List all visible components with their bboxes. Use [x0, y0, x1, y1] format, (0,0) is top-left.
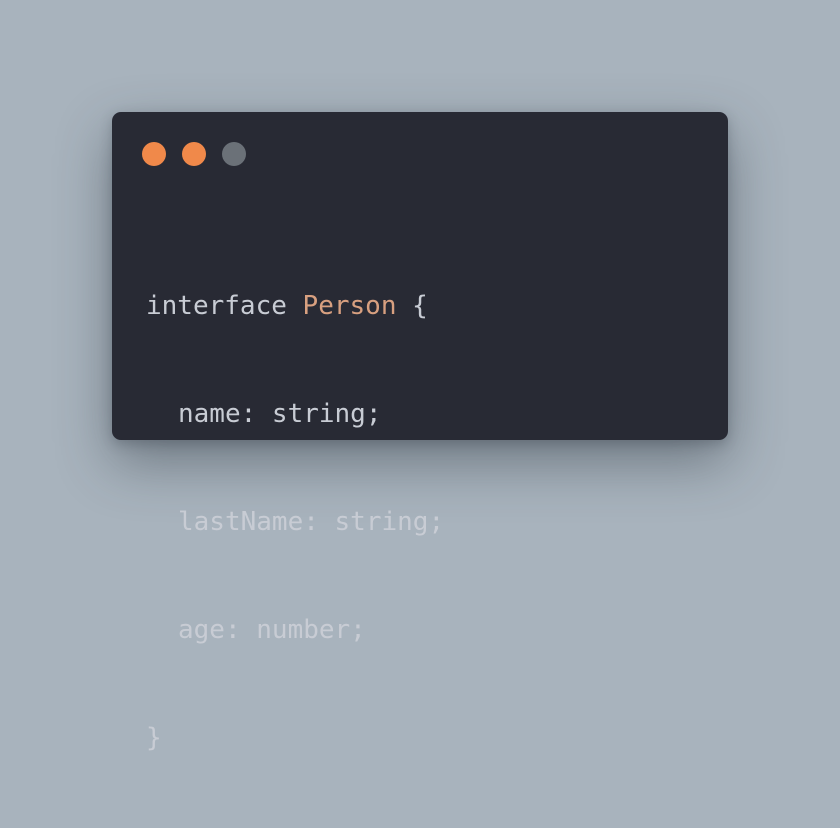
code-line-5: }: [146, 720, 444, 756]
code-block: interface Person { name: string; lastNam…: [146, 216, 444, 828]
property-name: name: string;: [178, 399, 382, 429]
keyword-interface: interface: [146, 291, 287, 321]
close-brace: }: [146, 723, 162, 753]
maximize-dot-icon[interactable]: [222, 142, 246, 166]
type-name: Person: [302, 291, 397, 321]
close-dot-icon[interactable]: [142, 142, 166, 166]
code-line-2: name: string;: [146, 396, 444, 432]
code-window: interface Person { name: string; lastNam…: [112, 112, 728, 753]
code-line-3: lastName: string;: [146, 504, 444, 540]
property-age: age: number;: [178, 615, 366, 645]
code-line-4: age: number;: [146, 612, 444, 648]
property-lastname: lastName: string;: [178, 507, 445, 537]
open-brace: {: [412, 291, 428, 321]
code-line-1: interface Person {: [146, 288, 444, 324]
window-controls: [142, 142, 246, 166]
minimize-dot-icon[interactable]: [182, 142, 206, 166]
